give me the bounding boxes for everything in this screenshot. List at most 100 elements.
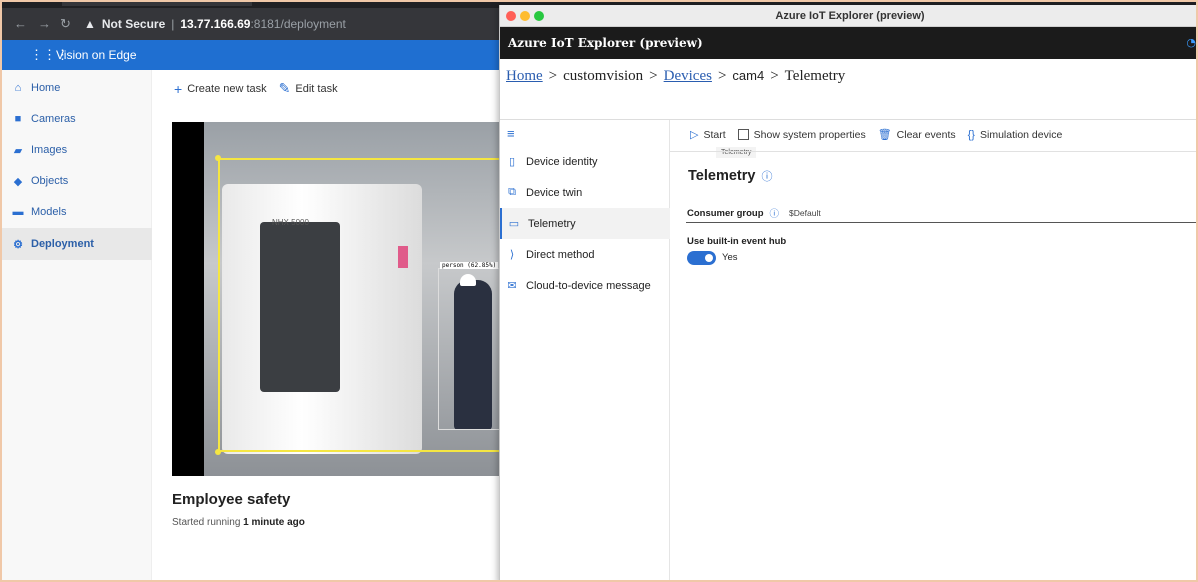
telemetry-heading: Telemetry [688, 168, 756, 184]
breadcrumb-separator: > [770, 68, 779, 84]
sidebar-item-deployment[interactable]: ⚙ Deployment [2, 228, 152, 260]
breadcrumb-home[interactable]: Home [506, 68, 543, 85]
breadcrumb: Home > customvision > Devices > cam4 > T… [506, 68, 845, 85]
warning-icon: ▲ [84, 17, 96, 31]
clear-events-button[interactable]: 🗑 Clear events [877, 128, 956, 142]
nav-label: Cloud-to-device message [526, 279, 651, 292]
sidebar-item-objects[interactable]: ◆ Objects [2, 165, 152, 197]
images-icon: ▰ [13, 144, 23, 157]
checkbox-icon [737, 129, 749, 140]
sidebar-item-models[interactable]: ▬ Models [2, 196, 152, 228]
play-icon: ▷ [690, 129, 699, 141]
simulation-device-button[interactable]: {} Simulation device [968, 129, 1063, 141]
iot-content: ≡ ▯ Device identity ⧉ Device twin ▭ Tele… [500, 119, 1196, 580]
pencil-icon: ✎ [278, 80, 291, 96]
browser-tab[interactable] [62, 2, 252, 6]
start-label: Start [703, 128, 726, 141]
deployment-icon: ⚙ [13, 238, 23, 251]
consumer-group-value: $Default [789, 208, 821, 218]
device-nav: ≡ ▯ Device identity ⧉ Device twin ▭ Tele… [500, 120, 670, 580]
maximize-window-icon[interactable] [534, 11, 544, 21]
nav-cloud-to-device[interactable]: ✉ Cloud-to-device message [500, 270, 670, 301]
camera-icon: ■ [14, 113, 22, 125]
nav-label: Device twin [526, 186, 583, 199]
command-bar: + Create new task ✎ Edit task [174, 80, 338, 97]
window-title: Azure IoT Explorer (preview) [775, 10, 925, 22]
twin-icon: ⧉ [508, 186, 516, 198]
sidebar-item-label: Deployment [31, 238, 94, 250]
reload-icon[interactable]: ↻ [60, 16, 71, 32]
breadcrumb-separator: > [717, 68, 727, 84]
sidebar-item-label: Images [31, 144, 68, 156]
toggle-value: Yes [722, 252, 738, 263]
show-system-properties-checkbox[interactable]: Show system properties [737, 128, 866, 141]
braces-icon: {} [967, 128, 975, 141]
sidebar-item-home[interactable]: ⌂ Home [2, 72, 152, 104]
bbox-handle[interactable] [215, 449, 221, 455]
sidebar-item-label: Models [31, 206, 67, 218]
start-button[interactable]: ▷ Start [690, 128, 726, 142]
nav-label: Direct method [526, 248, 595, 261]
info-icon[interactable]: ⓘ [770, 206, 780, 220]
bbox-handle[interactable] [215, 155, 221, 161]
consumer-group-label: Consumer group [687, 207, 764, 219]
notification-icon[interactable]: ◔ [1186, 27, 1196, 59]
back-icon[interactable]: ← [14, 16, 27, 31]
info-icon[interactable]: ⓘ [761, 168, 772, 184]
nav-telemetry[interactable]: ▭ Telemetry [500, 208, 670, 239]
mail-icon: ✉ [507, 280, 517, 292]
sidebar: ⌂ Home ■ Cameras ▰ Images ◆ Objects ▬ Mo… [2, 70, 152, 580]
window-titlebar: Azure IoT Explorer (preview) [500, 5, 1196, 27]
device-icon: ▯ [508, 156, 516, 168]
iot-app-bar: Azure IoT Explorer (preview) ◔ [500, 27, 1196, 59]
create-task-button[interactable]: + Create new task [174, 80, 267, 97]
url-host: 13.77.166.69 [180, 17, 251, 31]
iot-app-title: Azure IoT Explorer (preview) [508, 36, 703, 50]
breadcrumb-device: cam4 [732, 68, 765, 83]
breadcrumb-separator: > [548, 68, 558, 84]
objects-icon: ◆ [13, 175, 23, 188]
forward-icon[interactable]: → [38, 16, 51, 31]
nav-label: Device identity [526, 155, 598, 168]
url-path: :8181/deployment [250, 17, 346, 31]
status-prefix: Started running [172, 517, 241, 528]
clear-events-label: Clear events [896, 128, 956, 141]
method-icon: ⟩ [509, 249, 515, 261]
nav-direct-method[interactable]: ⟩ Direct method [500, 239, 670, 270]
sidebar-item-cameras[interactable]: ■ Cameras [2, 103, 152, 135]
toggle-knob [705, 254, 713, 262]
tooltip: Telemetry [716, 147, 757, 158]
nav-device-identity[interactable]: ▯ Device identity [500, 146, 670, 177]
address-separator: | [171, 17, 175, 31]
simulation-label: Simulation device [979, 128, 1063, 141]
close-window-icon[interactable] [506, 11, 516, 21]
hamburger-icon[interactable]: ≡ [507, 126, 515, 141]
telemetry-command-bar: ▷ Start Show system properties 🗑 Clear e… [690, 128, 1063, 142]
show-system-label: Show system properties [753, 128, 866, 141]
edit-task-button[interactable]: ✎ Edit task [279, 80, 338, 97]
minimize-window-icon[interactable] [520, 11, 530, 21]
consumer-group-field[interactable]: Consumer group ⓘ $Default [687, 206, 821, 221]
builtin-event-hub-toggle[interactable] [687, 251, 716, 265]
breadcrumb-hub: customvision [563, 68, 644, 84]
trash-icon: 🗑 [877, 129, 892, 141]
breadcrumb-separator: > [649, 68, 658, 84]
video-stream[interactable]: NHX 5000 person (62.85%) [172, 122, 502, 476]
sidebar-item-images[interactable]: ▰ Images [2, 134, 152, 166]
plus-icon: + [174, 80, 183, 97]
person-bounding-box [438, 268, 502, 430]
screenshot-frame: ← → ↻ ▲ Not Secure | 13.77.166.69 :8181/… [0, 0, 1198, 582]
security-label: Not Secure [101, 17, 166, 31]
divider [670, 151, 1196, 152]
home-icon: ⌂ [14, 82, 22, 94]
task-title: Employee safety [172, 491, 291, 508]
models-icon: ▬ [12, 206, 24, 218]
status-time: 1 minute ago [243, 517, 305, 528]
sidebar-item-label: Cameras [31, 113, 76, 125]
iot-explorer-window: Azure IoT Explorer (preview) Azure IoT E… [499, 5, 1196, 580]
nav-label: Telemetry [528, 217, 576, 230]
breadcrumb-devices[interactable]: Devices [664, 68, 712, 85]
nav-device-twin[interactable]: ⧉ Device twin [500, 177, 670, 208]
app-title: Vision on Edge [56, 48, 137, 62]
address-bar[interactable]: ▲ Not Secure | 13.77.166.69 :8181/deploy… [84, 13, 504, 35]
